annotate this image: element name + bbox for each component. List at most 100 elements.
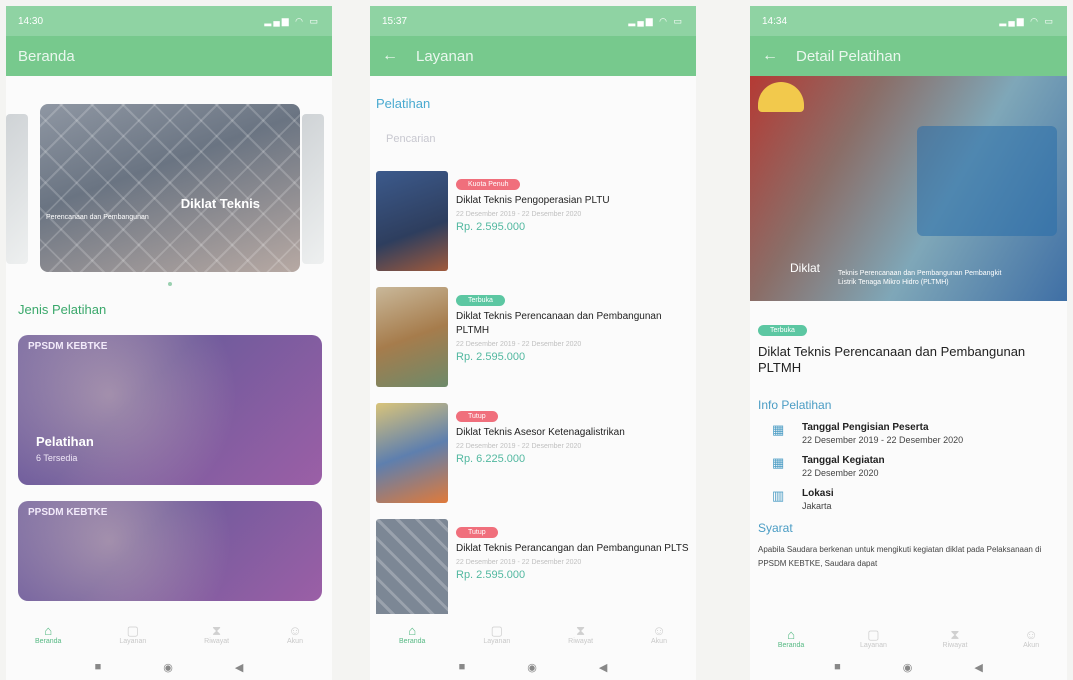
- system-nav: ■ ◉ ◀: [6, 654, 332, 680]
- banner-subtitle: Perencanaan dan Pembangunan: [46, 214, 149, 221]
- section-title: Pelatihan: [376, 96, 431, 111]
- nav-beranda[interactable]: ⌂ Beranda: [35, 622, 61, 645]
- machine-shape: [917, 126, 1057, 236]
- home-icon: ⌂: [787, 626, 795, 642]
- banner-title: Diklat Teknis: [180, 196, 260, 211]
- page-title: Beranda: [18, 47, 75, 65]
- history-icon: ⧗: [576, 622, 586, 638]
- home-button[interactable]: ◉: [163, 661, 173, 674]
- status-badge: Kuota Penuh: [456, 179, 521, 190]
- grid-icon: ▢: [490, 622, 503, 638]
- section-title: Jenis Pelatihan: [18, 302, 107, 317]
- info-value: 22 Desember 2019 - 22 Desember 2020: [802, 435, 964, 445]
- app-bar: ← Detail Pelatihan: [750, 36, 1067, 76]
- home-icon: ⌂: [44, 622, 53, 638]
- home-button[interactable]: ◉: [903, 661, 913, 674]
- back-arrow-icon[interactable]: ←: [762, 47, 778, 65]
- back-button[interactable]: ◀: [974, 661, 982, 674]
- banner-prev-slide[interactable]: [6, 114, 28, 264]
- course-item[interactable]: Kuota Penuh Diklat Teknis Pengoperasian …: [370, 171, 696, 287]
- back-button[interactable]: ◀: [235, 661, 243, 674]
- search-input[interactable]: Pencarian: [370, 111, 696, 171]
- banner-next-slide[interactable]: [302, 114, 324, 264]
- back-button[interactable]: ◀: [599, 661, 607, 674]
- course-thumbnail: [376, 519, 448, 619]
- carousel-indicator: [168, 282, 172, 286]
- app-bar: Beranda: [6, 36, 332, 76]
- system-nav: ■ ◉ ◀: [750, 654, 1067, 680]
- status-badge: Terbuka: [456, 295, 505, 306]
- home-button[interactable]: ◉: [527, 661, 537, 674]
- status-bar: 15:37 ▂▄▆ ◠ ▭: [370, 6, 696, 36]
- status-bar: 14:30 ▂▄▆ ◠ ▭: [6, 6, 332, 36]
- course-item[interactable]: Terbuka Diklat Teknis Perencanaan dan Pe…: [370, 287, 696, 403]
- info-value: Jakarta: [802, 501, 832, 511]
- hero-title: Diklat: [790, 261, 821, 275]
- nav-akun[interactable]: ☺ Akun: [651, 622, 667, 645]
- user-icon: ☺: [652, 622, 666, 638]
- back-arrow-icon[interactable]: ←: [382, 47, 398, 65]
- screen-beranda: 14:30 ▂▄▆ ◠ ▭ Beranda Diklat Teknis Pere…: [6, 6, 332, 680]
- status-icons: ▂▄▆ ◠ ▭: [628, 15, 684, 26]
- recents-button[interactable]: ■: [95, 661, 102, 673]
- course-date: 22 Desember 2019 - 22 Desember 2020: [456, 443, 582, 450]
- nav-layanan[interactable]: ▢ Layanan: [860, 626, 887, 649]
- card-logo: PPSDM KEBTKE: [28, 341, 108, 352]
- banner-slide[interactable]: Diklat Teknis Perencanaan dan Pembanguna…: [40, 104, 300, 272]
- course-thumbnail: [376, 171, 448, 271]
- category-card-pelatihan[interactable]: PPSDM KEBTKE Pelatihan 6 Tersedia: [18, 335, 322, 485]
- info-label: Tanggal Pengisian Peserta: [802, 422, 929, 433]
- nav-beranda[interactable]: ⌂ Beranda: [399, 622, 425, 645]
- status-icons: ▂▄▆ ◠ ▭: [999, 15, 1055, 26]
- card-count: 6 Tersedia: [36, 453, 78, 463]
- course-title: Diklat Teknis Perencanaan dan Pembanguna…: [758, 344, 1026, 375]
- map-icon: ▥: [772, 488, 785, 503]
- grid-icon: ▢: [867, 626, 880, 642]
- page-title: Layanan: [416, 47, 474, 65]
- nav-layanan[interactable]: ▢ Layanan: [119, 622, 146, 645]
- course-item[interactable]: Tutup Diklat Teknis Asesor Ketenagalistr…: [370, 403, 696, 519]
- info-registration-date: ▦ Tanggal Pengisian Peserta 22 Desember …: [772, 422, 1057, 445]
- bottom-nav: ⌂ Beranda ▢ Layanan ⧗ Riwayat ☺ Akun: [6, 614, 332, 654]
- status-time: 14:30: [18, 15, 44, 27]
- course-date: 22 Desember 2019 - 22 Desember 2020: [456, 559, 582, 566]
- card-name: Pelatihan: [36, 434, 94, 449]
- nav-layanan[interactable]: ▢ Layanan: [483, 622, 510, 645]
- grid-icon: ▢: [126, 622, 139, 638]
- status-badge: Tutup: [456, 411, 498, 422]
- hero-image: Diklat Teknis Perencanaan dan Pembanguna…: [750, 76, 1067, 301]
- nav-beranda[interactable]: ⌂ Beranda: [778, 626, 804, 649]
- nav-akun[interactable]: ☺ Akun: [1023, 626, 1039, 649]
- course-title: Diklat Teknis Pengoperasian PLTU: [456, 195, 610, 206]
- category-card[interactable]: PPSDM KEBTKE: [18, 501, 322, 601]
- home-icon: ⌂: [408, 622, 417, 638]
- course-price: Rp. 2.595.000: [456, 569, 526, 581]
- history-icon: ⧗: [950, 626, 960, 642]
- user-icon: ☺: [288, 622, 302, 638]
- calendar-icon: ▦: [772, 422, 785, 437]
- course-title: Diklat Teknis Asesor Ketenagalistrikan: [456, 427, 625, 438]
- recents-button[interactable]: ■: [834, 661, 841, 673]
- status-badge: Terbuka: [758, 325, 807, 336]
- info-title: Info Pelatihan: [758, 398, 832, 412]
- app-bar: ← Layanan: [370, 36, 696, 76]
- course-title: Diklat Teknis Perencanaan dan Pembanguna…: [456, 311, 662, 336]
- course-title: Diklat Teknis Perancangan dan Pembanguna…: [456, 543, 689, 554]
- nav-riwayat[interactable]: ⧗ Riwayat: [568, 622, 593, 645]
- info-event-date: ▦ Tanggal Kegiatan 22 Desember 2020: [772, 455, 1057, 478]
- course-thumbnail: [376, 403, 448, 503]
- recents-button[interactable]: ■: [459, 661, 466, 673]
- info-value: 22 Desember 2020: [802, 468, 879, 478]
- bottom-nav: ⌂ Beranda ▢ Layanan ⧗ Riwayat ☺ Akun: [370, 614, 696, 654]
- status-bar: 14:34 ▂▄▆ ◠ ▭: [750, 6, 1067, 36]
- nav-riwayat[interactable]: ⧗ Riwayat: [204, 622, 229, 645]
- system-nav: ■ ◉ ◀: [370, 654, 696, 680]
- nav-akun[interactable]: ☺ Akun: [287, 622, 303, 645]
- history-icon: ⧗: [212, 622, 222, 638]
- banner-carousel[interactable]: Diklat Teknis Perencanaan dan Pembanguna…: [6, 104, 332, 294]
- nav-riwayat[interactable]: ⧗ Riwayat: [943, 626, 968, 649]
- status-icons: ▂▄▆ ◠ ▭: [264, 15, 320, 26]
- card-logo: PPSDM KEBTKE: [28, 507, 108, 518]
- course-price: Rp. 2.595.000: [456, 351, 526, 363]
- user-icon: ☺: [1024, 626, 1038, 642]
